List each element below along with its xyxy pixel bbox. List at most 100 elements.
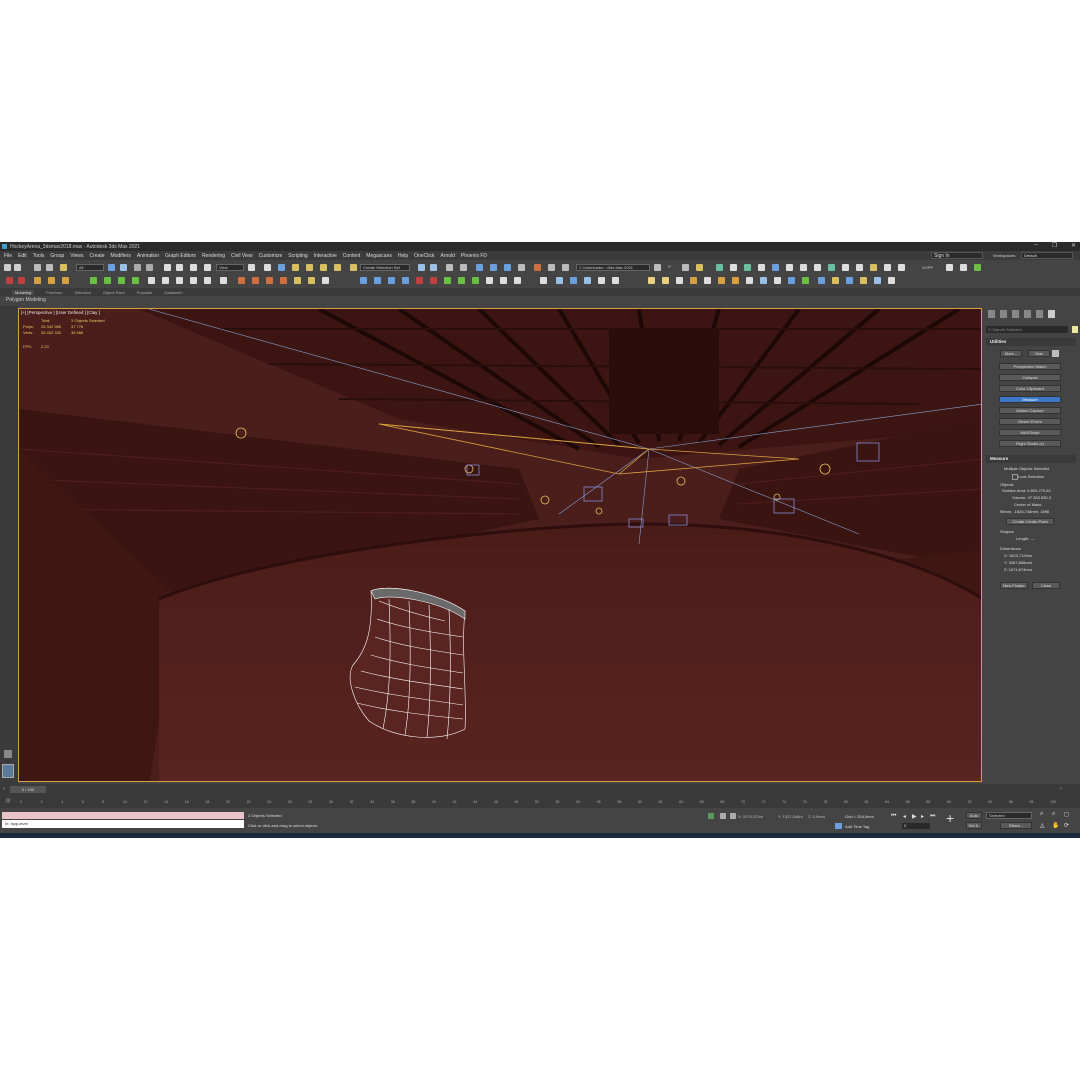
region-select-icon[interactable] (134, 264, 141, 271)
toolbar2-al-icon[interactable] (662, 277, 669, 284)
toolbar2-h-icon[interactable] (118, 277, 125, 284)
toolbar2-aa-icon[interactable] (458, 277, 465, 284)
slider-prev-icon[interactable]: ‹ (3, 786, 5, 792)
toolbar-tool-e-icon[interactable] (744, 264, 751, 271)
viewport-label[interactable]: [+] [Perspective ] [User Defined ] [Clay… (21, 310, 100, 315)
color-swatch[interactable] (1072, 326, 1078, 333)
maxscript-mini-listener[interactable]: In: Ispp-level (2, 820, 244, 828)
scene-explorer-icon[interactable] (460, 264, 467, 271)
toolbar2-ae-icon[interactable] (514, 277, 521, 284)
toolbar2-v-icon[interactable] (388, 277, 395, 284)
toolbar2-ba-icon[interactable] (874, 277, 881, 284)
project-path-dropdown[interactable]: C:\Users\adm...\3ds Max 2021 (576, 264, 650, 271)
toolbar-overflow-icon[interactable]: » (668, 264, 671, 270)
angle-snap-icon[interactable] (306, 264, 313, 271)
toolbar2-ah-icon[interactable] (584, 277, 591, 284)
maximize-icon[interactable]: ❐ (1052, 242, 1057, 249)
render-cloud-icon[interactable] (562, 264, 569, 271)
command-panel-name-field[interactable]: 3 Objects Selected (986, 326, 1068, 333)
align-icon[interactable] (430, 264, 437, 271)
pan-icon[interactable]: ✋ (1052, 822, 1059, 829)
menu-rendering[interactable]: Rendering (202, 253, 225, 259)
tab-modeling[interactable]: Modeling (12, 289, 35, 295)
menu-phoenix-fd[interactable]: Phoenix FD (461, 253, 487, 259)
toolbar-tool-a-icon[interactable] (682, 264, 689, 271)
prev-frame-icon[interactable]: ◂ (903, 813, 906, 820)
fov-icon[interactable]: ◬ (1040, 822, 1045, 829)
display-tab-icon[interactable] (1036, 310, 1043, 318)
menu-modifiers[interactable]: Modifiers (111, 253, 131, 259)
color-clipboard-button[interactable]: Color Clipboard (999, 385, 1061, 392)
toolbar2-aj-icon[interactable] (612, 277, 619, 284)
menu-content[interactable]: Content (343, 253, 361, 259)
add-time-tag[interactable]: Add Time Tag (845, 824, 869, 829)
maxscript-button[interactable]: MAXScript (999, 429, 1061, 436)
toolbar2-ad-icon[interactable] (500, 277, 507, 284)
configure-button-sets-icon[interactable] (1052, 350, 1059, 357)
perspective-match-button[interactable]: Perspective Match (999, 363, 1061, 370)
toolbar-tool-r-icon[interactable] (960, 264, 967, 271)
redo-icon[interactable] (14, 264, 21, 271)
perspective-viewport[interactable]: [+] [Perspective ] [User Defined ] [Clay… (18, 308, 982, 782)
key-filters-button[interactable]: Filters... (1000, 822, 1032, 829)
toolbar2-am-icon[interactable] (676, 277, 683, 284)
menu-create[interactable]: Create (90, 253, 105, 259)
toolbar2-j-icon[interactable] (190, 277, 197, 284)
menu-oneclick[interactable]: OneClick (414, 253, 434, 259)
more-button[interactable]: More... (1000, 350, 1022, 357)
menu-interactive[interactable]: Interactive (314, 253, 337, 259)
toolbar2-ab-icon[interactable] (472, 277, 479, 284)
toolbar2-bb-icon[interactable] (888, 277, 895, 284)
next-frame-icon[interactable]: ▸ (921, 813, 924, 820)
toolbar2-ao-icon[interactable] (704, 277, 711, 284)
menu-customize[interactable]: Customize (259, 253, 283, 259)
goto-end-icon[interactable]: ⏭ (930, 813, 935, 820)
layout-arrow-icon[interactable] (4, 750, 12, 758)
toolbar-tool-q-icon[interactable] (946, 264, 953, 271)
menu-edit[interactable]: Edit (18, 253, 27, 259)
curve-editor-icon[interactable] (476, 264, 483, 271)
sign-in-dropdown[interactable]: Sign In (931, 252, 983, 259)
toolbar2-o-icon[interactable] (266, 277, 273, 284)
layer-explorer-icon[interactable] (446, 264, 453, 271)
menu-file[interactable]: File (4, 253, 12, 259)
move-icon[interactable] (164, 264, 171, 271)
toolbar-tool-h-icon[interactable] (786, 264, 793, 271)
close-icon[interactable]: ✕ (1071, 242, 1076, 249)
toolbar2-x-icon[interactable] (416, 277, 423, 284)
timeline-ruler[interactable]: 0 2 4 6 8 10 12 14 16 18 20 22 24 26 28 30 32 34 36 38 40 42 4… (20, 798, 1060, 807)
bind-space-warp-icon[interactable] (60, 264, 67, 271)
render-frame-icon[interactable] (534, 264, 541, 271)
toolbar2-w-icon[interactable] (402, 277, 409, 284)
play-icon[interactable] (148, 277, 155, 284)
toolbar2-z-icon[interactable] (444, 277, 451, 284)
minimize-icon[interactable]: – (1034, 242, 1037, 249)
toolbar2-r-icon[interactable] (308, 277, 315, 284)
toolbar2-ac-icon[interactable] (486, 277, 493, 284)
auto-key-button[interactable]: Auto (966, 812, 982, 819)
reset-xform-button[interactable]: Reset XForm (999, 418, 1061, 425)
toolbar2-g-icon[interactable] (104, 277, 111, 284)
toolbar2-t-icon[interactable] (360, 277, 367, 284)
toolbar2-s-icon[interactable] (322, 277, 329, 284)
window-crossing-icon[interactable] (146, 264, 153, 271)
hierarchy-tab-icon[interactable] (1012, 310, 1019, 318)
snaps-toggle-icon[interactable] (292, 264, 299, 271)
mirror-icon[interactable] (418, 264, 425, 271)
absolute-mode-icon[interactable] (730, 813, 736, 819)
xopp-label[interactable]: XOPP (922, 265, 933, 270)
toolbar-tool-k-icon[interactable] (828, 264, 835, 271)
keyboard-shortcut-override-icon[interactable] (278, 264, 285, 271)
toolbar2-m-icon[interactable] (238, 277, 245, 284)
set-key-button[interactable]: Set K. (966, 822, 982, 829)
toolbar-tool-d-icon[interactable] (730, 264, 737, 271)
toolbar2-n-icon[interactable] (252, 277, 259, 284)
create-center-point-button[interactable]: Create Center Point (1006, 518, 1054, 525)
menu-animation[interactable]: Animation (137, 253, 159, 259)
curve-editor-toggle-icon[interactable]: ⊡ (6, 798, 10, 804)
toolbar2-k-icon[interactable] (204, 277, 211, 284)
spinner-snap-icon[interactable] (334, 264, 341, 271)
toolbar-tool-n-icon[interactable] (870, 264, 877, 271)
orbit-icon[interactable]: ⟳ (1064, 822, 1069, 829)
new-floater-button[interactable]: New Floater (1000, 582, 1028, 589)
